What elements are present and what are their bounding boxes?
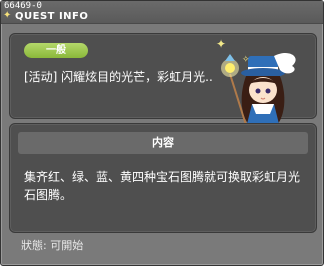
quest-details-panel: 内容 集齐红、绿、蓝、黄四种宝石图腾就可换取彩虹月光石图腾。 xyxy=(9,123,317,233)
title-bar[interactable]: 66469-0 ✦ QUEST INFO xyxy=(1,1,323,24)
window-title: QUEST INFO xyxy=(15,11,89,22)
quest-name: [活动] 闪耀炫目的光芒，彩虹月光.. xyxy=(24,70,213,84)
details-text: 集齐红、绿、蓝、黄四种宝石图腾就可换取彩虹月光石图腾。 xyxy=(24,170,301,202)
title-star-icon: ✦ xyxy=(3,10,12,21)
quest-summary-panel: 一般 [活动] 闪耀炫目的光芒，彩虹月光.. ✦ ✧ xyxy=(9,33,317,146)
sparkle-icon: ✦ xyxy=(216,37,227,51)
quest-info-window: 66469-0 ✦ QUEST INFO 一般 [活动] 闪耀炫目的光芒，彩虹月… xyxy=(0,0,324,266)
details-header: 内容 xyxy=(18,132,308,154)
quest-category-badge: 一般 xyxy=(24,43,88,58)
sparkle-icon: ✧ xyxy=(242,55,250,65)
quest-status: 狀態: 可開始 xyxy=(21,239,84,252)
